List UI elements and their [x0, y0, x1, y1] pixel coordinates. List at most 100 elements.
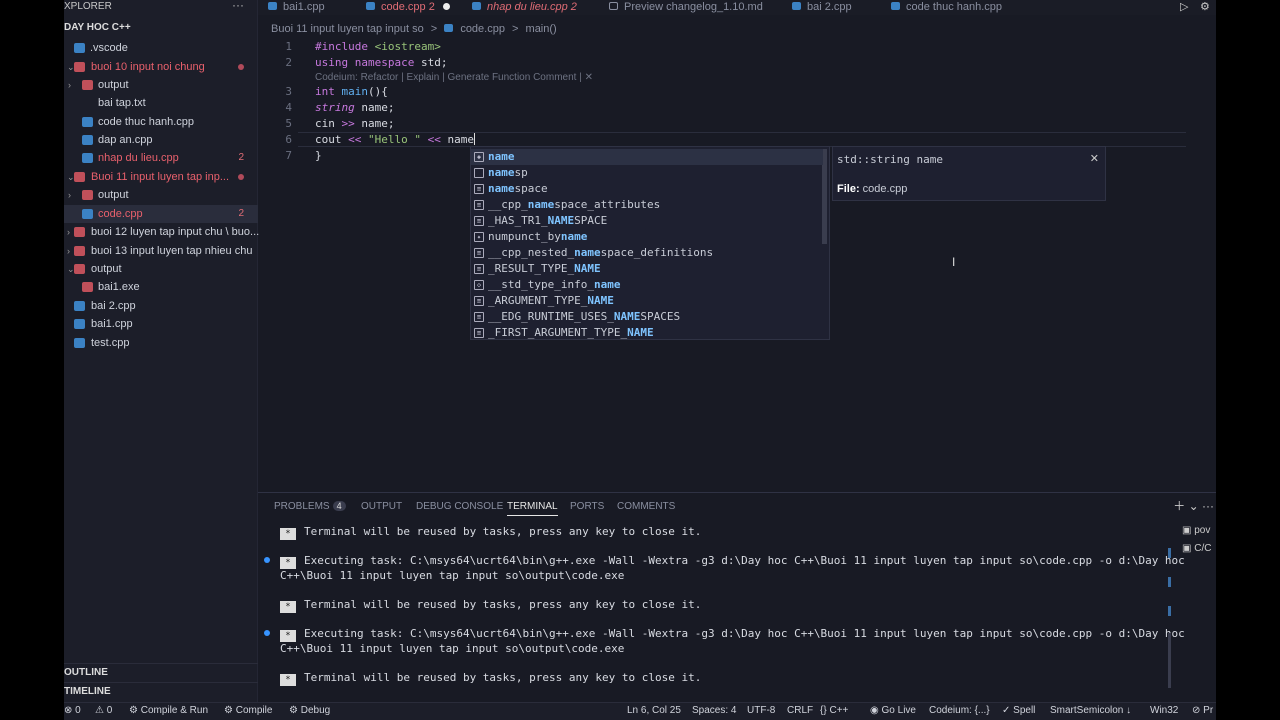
tree-file-code-selected[interactable]: code.cpp 2: [64, 205, 258, 223]
line-number: 3: [285, 85, 292, 98]
platform[interactable]: Win32: [1150, 705, 1178, 716]
suggestion-item[interactable]: ≡ __EDG_RUNTIME_USES_NAMESPACES: [471, 309, 823, 325]
tab-codethuchanh[interactable]: code thuc hanh.cpp: [891, 0, 1002, 15]
suggestion-item[interactable]: ≡ namespace: [471, 181, 823, 197]
class-icon: ✦: [474, 232, 484, 242]
tab-ports[interactable]: PORTS: [570, 501, 604, 512]
tab-code-active[interactable]: code.cpp 2: [366, 0, 450, 15]
ports-indicator[interactable]: ⊘ Pr: [1192, 705, 1213, 716]
suggestion-item[interactable]: ≡ __cpp_namespace_attributes: [471, 197, 823, 213]
chevron-right-icon: ›: [67, 246, 70, 256]
scroll-marker: [1168, 606, 1171, 616]
cpp-file-icon: [82, 153, 93, 163]
codeium-codelens[interactable]: Codeium: Refactor | Explain | Generate F…: [315, 72, 593, 83]
tree-folder-output-3[interactable]: ⌄ output: [64, 260, 258, 278]
line-endings[interactable]: CRLF: [787, 705, 813, 716]
suggestion-item[interactable]: ≡ __cpp_nested_namespace_definitions: [471, 245, 823, 261]
tab-problems[interactable]: PROBLEMS 4: [274, 501, 346, 512]
namespace-icon: [474, 168, 484, 178]
tree-file-bai2[interactable]: bai 2.cpp: [64, 297, 258, 315]
tab-bai1[interactable]: bai1.cpp: [268, 0, 325, 15]
tree-file-nhapdulieu[interactable]: nhap du lieu.cpp 2: [64, 149, 258, 167]
timeline-section[interactable]: TIMELINE: [64, 682, 258, 700]
tab-comments[interactable]: COMMENTS: [617, 501, 675, 512]
codeium-status[interactable]: Codeium: {...}: [929, 705, 990, 716]
terminal-line: * Terminal will be reused by tasks, press…: [280, 671, 701, 686]
tree-folder-buoi11[interactable]: ⌄ Buoi 11 input luyen tap inp...: [64, 168, 258, 186]
project-title[interactable]: DAY HOC C++: [64, 22, 131, 33]
run-icon[interactable]: ▷: [1180, 0, 1188, 13]
terminal-instance-2[interactable]: ▣ C/C: [1182, 543, 1211, 554]
tab-nhapdulieu[interactable]: nhap du lieu.cpp 2: [472, 0, 577, 15]
terminal-instance-1[interactable]: ▣ pov: [1182, 525, 1210, 536]
tab-preview-changelog[interactable]: Preview changelog_1.10.md: [609, 0, 763, 15]
folder-icon: [74, 172, 85, 182]
go-live-button[interactable]: ◉ Go Live: [870, 705, 916, 716]
breadcrumb-symbol[interactable]: main(): [526, 23, 557, 35]
tree-file-codethuchanh[interactable]: code thuc hanh.cpp: [64, 113, 258, 131]
smart-semicolon[interactable]: SmartSemicolon ↓: [1050, 705, 1131, 716]
cursor-position[interactable]: Ln 6, Col 25: [627, 705, 681, 716]
tab-output[interactable]: OUTPUT: [361, 501, 402, 512]
compile-run-button[interactable]: ⚙ Compile & Run: [129, 705, 208, 716]
terminal-line: * Executing task: C:\msys64\ucrt64\bin\g+…: [280, 627, 1185, 642]
errors-indicator[interactable]: ⊗ 0: [64, 705, 81, 716]
line-number: 5: [285, 117, 292, 130]
tree-folder-vscode[interactable]: .vscode: [64, 39, 258, 57]
code-line-3: int main(){: [315, 85, 388, 98]
spell-button[interactable]: ✓ Spell: [1002, 705, 1035, 716]
tree-file-test[interactable]: test.cpp: [64, 334, 258, 352]
tree-file-baitap[interactable]: bai tap.txt: [64, 94, 258, 112]
suggestion-item[interactable]: ≡ _FIRST_ARGUMENT_TYPE_NAME: [471, 325, 823, 341]
gear-icon[interactable]: ⚙: [1200, 0, 1210, 13]
suggestion-item[interactable]: ◇ __std_type_info_name: [471, 277, 823, 293]
autocomplete-list[interactable]: ◈ name namesp ≡ namespace ≡ __cpp_namespace_at…: [470, 146, 830, 340]
line-number: 2: [285, 56, 292, 69]
terminal-scrollbar[interactable]: [1168, 633, 1171, 688]
tree-folder-buoi12[interactable]: › buoi 12 luyen tap input chu \ buo...: [64, 223, 259, 241]
language-mode[interactable]: {} C++: [820, 705, 848, 716]
suggestion-label: _RESULT_TYPE_NAME: [488, 262, 601, 275]
breadcrumb-folder[interactable]: Buoi 11 input luyen tap input so: [271, 23, 424, 35]
breadcrumb-file[interactable]: code.cpp: [460, 23, 505, 35]
chevron-right-icon: ›: [68, 80, 71, 90]
suggestion-item[interactable]: ✦ numpunct_byname: [471, 229, 823, 245]
keyword-icon: ≡: [474, 216, 484, 226]
outline-section[interactable]: OUTLINE: [64, 663, 258, 681]
tree-folder-output[interactable]: › output: [64, 76, 258, 94]
more-actions-icon[interactable]: ···: [232, 0, 244, 12]
tree-file-bai1[interactable]: bai1.cpp: [64, 315, 258, 333]
suggestion-item[interactable]: namesp: [471, 165, 823, 181]
encoding[interactable]: UTF-8: [747, 705, 775, 716]
tree-folder-buoi10[interactable]: ⌄ buoi 10 input noi chung: [64, 58, 258, 76]
suggestion-label: namesp: [488, 166, 528, 179]
task-icon: *: [280, 674, 296, 686]
tree-folder-buoi13[interactable]: › buoi 13 input luyen tap nhieu chu: [64, 242, 258, 260]
close-icon[interactable]: ✕: [1090, 152, 1099, 165]
cpp-file-icon: [74, 338, 85, 348]
terminal-line: C++\Buoi 11 input luyen tap input so\out…: [280, 569, 625, 582]
suggestion-label: __cpp_namespace_attributes: [488, 198, 661, 211]
tab-bai2[interactable]: bai 2.cpp: [792, 0, 852, 15]
folder-icon: [74, 227, 85, 237]
folder-icon: [82, 80, 93, 90]
suggestion-label: namespace: [488, 182, 548, 195]
modified-dot: [238, 174, 244, 180]
details-file: File: code.cpp: [837, 183, 908, 195]
tab-debug-console[interactable]: DEBUG CONSOLE: [416, 501, 503, 512]
suggestion-item[interactable]: ≡ _RESULT_TYPE_NAME: [471, 261, 823, 277]
tree-folder-output-2[interactable]: › output: [64, 186, 258, 204]
panel-actions[interactable]: ＋ ⌄ ···: [1173, 497, 1214, 514]
tab-terminal[interactable]: TERMINAL: [507, 501, 558, 516]
keyword-icon: ≡: [474, 184, 484, 194]
suggestion-item[interactable]: ◈ name: [471, 149, 823, 165]
suggestion-item[interactable]: ≡ _ARGUMENT_TYPE_NAME: [471, 293, 823, 309]
tree-file-dapan[interactable]: dap an.cpp: [64, 131, 258, 149]
indentation[interactable]: Spaces: 4: [692, 705, 736, 716]
tree-file-bai1exe[interactable]: bai1.exe: [64, 278, 258, 296]
compile-button[interactable]: ⚙ Compile: [224, 705, 272, 716]
debug-button[interactable]: ⚙ Debug: [289, 705, 330, 716]
warnings-indicator[interactable]: ⚠ 0: [95, 705, 112, 716]
suggestion-item[interactable]: ≡ _HAS_TR1_NAMESPACE: [471, 213, 823, 229]
cpp-file-icon: [74, 301, 85, 311]
